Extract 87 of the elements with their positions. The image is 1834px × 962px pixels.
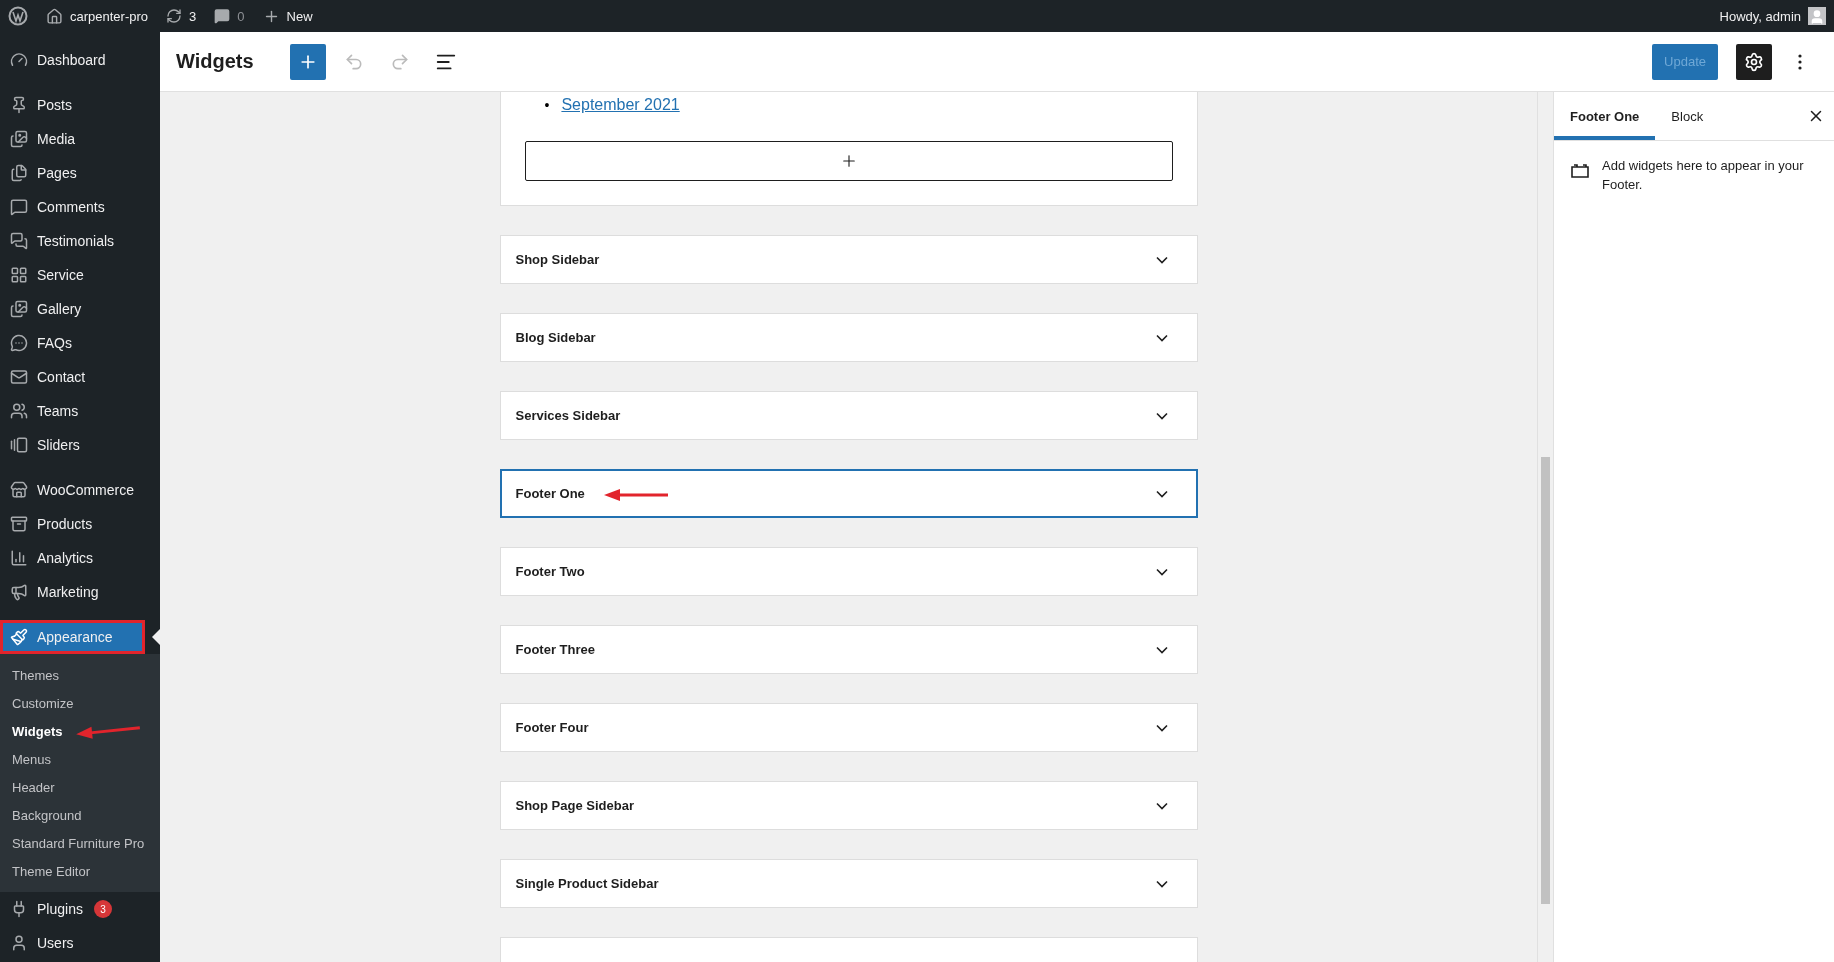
submenu-item[interactable]: Customize — [0, 689, 160, 717]
archive-box-icon — [10, 515, 28, 533]
settings-icon — [1744, 51, 1764, 72]
images-icon — [10, 436, 28, 454]
widget-area-panel[interactable]: Footer Three — [499, 625, 1198, 674]
menu-item[interactable]: Sliders — [0, 428, 160, 462]
submenu-item[interactable]: Background — [0, 801, 160, 829]
gauge-icon — [10, 51, 28, 69]
comments-count[interactable]: 0 — [237, 8, 245, 24]
menu-item[interactable]: Users — [0, 926, 160, 960]
envelope-icon — [10, 368, 28, 386]
menu-item[interactable]: Plugins 3 — [0, 892, 160, 926]
submenu-item[interactable]: Widgets — [0, 717, 160, 745]
widget-area-icon — [1570, 163, 1590, 179]
people-icon — [10, 402, 28, 420]
megaphone-icon — [10, 583, 28, 601]
page-title: Widgets — [176, 50, 254, 73]
comment-icon — [10, 198, 28, 216]
bullet: • — [544, 97, 550, 113]
widget-area-panel[interactable]: Blog Sidebar — [499, 313, 1198, 362]
logo-icon[interactable] — [8, 6, 28, 26]
menu-item[interactable]: WooCommerce — [0, 473, 160, 507]
bar-chart-icon — [10, 549, 28, 567]
pages-icon — [10, 164, 28, 182]
home-icon[interactable] — [46, 7, 63, 25]
panel-tab[interactable]: Block — [1655, 92, 1720, 140]
more-icon — [1798, 53, 1802, 70]
menu-item[interactable]: Teams — [0, 394, 160, 428]
count-badge: 3 — [93, 900, 112, 918]
menu-item[interactable]: Products — [0, 507, 160, 541]
menu-item[interactable]: Testimonials — [0, 224, 160, 258]
menu-item[interactable]: Posts — [0, 88, 160, 122]
submenu-item[interactable]: Theme Editor — [0, 857, 160, 885]
chevron-down-icon — [1155, 489, 1168, 498]
menu-item[interactable]: Gallery — [0, 292, 160, 326]
menu-item[interactable]: Pages — [0, 156, 160, 190]
panel-tab[interactable]: Footer One — [1554, 92, 1656, 140]
archive-link[interactable]: September 2021 — [561, 96, 680, 113]
chevron-down-icon — [1155, 255, 1168, 264]
menu-item[interactable]: Comments — [0, 190, 160, 224]
annotation-arrow — [603, 489, 668, 501]
add-block-button[interactable] — [524, 141, 1173, 181]
scrollbar[interactable] — [1537, 92, 1553, 962]
updates-count[interactable]: 3 — [189, 8, 197, 24]
media-icon — [10, 130, 28, 148]
grid-icon — [10, 266, 28, 284]
user-icon — [10, 934, 28, 952]
updates-icon[interactable] — [166, 8, 183, 24]
chevron-down-icon — [1155, 879, 1168, 888]
person-icon — [1809, 9, 1825, 25]
widget-area-panel[interactable]: Services Sidebar — [499, 391, 1198, 440]
submenu-item[interactable]: Themes — [0, 661, 160, 689]
menu-item[interactable]: Contact — [0, 360, 160, 394]
widget-area-panel[interactable]: Shop Sidebar — [499, 235, 1198, 284]
pin-icon — [10, 96, 28, 114]
menu-item[interactable]: Service — [0, 258, 160, 292]
widget-area-panel[interactable]: Footer One — [499, 469, 1198, 518]
paintbrush-icon — [10, 628, 28, 646]
chevron-down-icon — [1155, 567, 1168, 576]
comments-icon — [10, 232, 28, 250]
speech-bubble-icon — [10, 334, 28, 352]
store-icon — [10, 481, 28, 499]
widget-area-panel[interactable]: Footer Two — [499, 547, 1198, 596]
undo-icon — [343, 51, 364, 72]
menu-item[interactable]: Media — [0, 122, 160, 156]
greeting-link[interactable]: Howdy, admin — [1719, 8, 1801, 24]
menu-item[interactable]: Dashboard — [0, 43, 160, 77]
site-name-link[interactable]: carpenter-pro — [70, 8, 149, 24]
widget-area-panel[interactable]: Shop Page Sidebar — [499, 781, 1198, 830]
menu-item[interactable]: FAQs — [0, 326, 160, 360]
panel-description: Add widgets here to appear in your Footer. — [1602, 157, 1805, 194]
submenu-item[interactable]: Menus — [0, 745, 160, 773]
submenu-item[interactable]: Header — [0, 773, 160, 801]
menu-item[interactable]: Analytics — [0, 541, 160, 575]
menu-item[interactable]: Marketing — [0, 575, 160, 609]
widget-area-panel[interactable]: Single Product Sidebar — [499, 859, 1198, 908]
chevron-down-icon — [1155, 411, 1168, 420]
new-link[interactable]: New — [286, 8, 313, 24]
settings-button[interactable] — [1736, 43, 1772, 80]
chevron-down-icon — [1155, 723, 1168, 732]
media-icon — [10, 300, 28, 318]
chevron-down-icon — [1155, 333, 1168, 342]
chevron-down-icon — [1155, 645, 1168, 654]
comment-icon[interactable] — [214, 8, 231, 24]
widget-area-panel[interactable]: Footer Four — [499, 703, 1198, 752]
chevron-down-icon — [1155, 801, 1168, 810]
submenu-item[interactable]: Standard Furniture Pro — [0, 829, 160, 857]
